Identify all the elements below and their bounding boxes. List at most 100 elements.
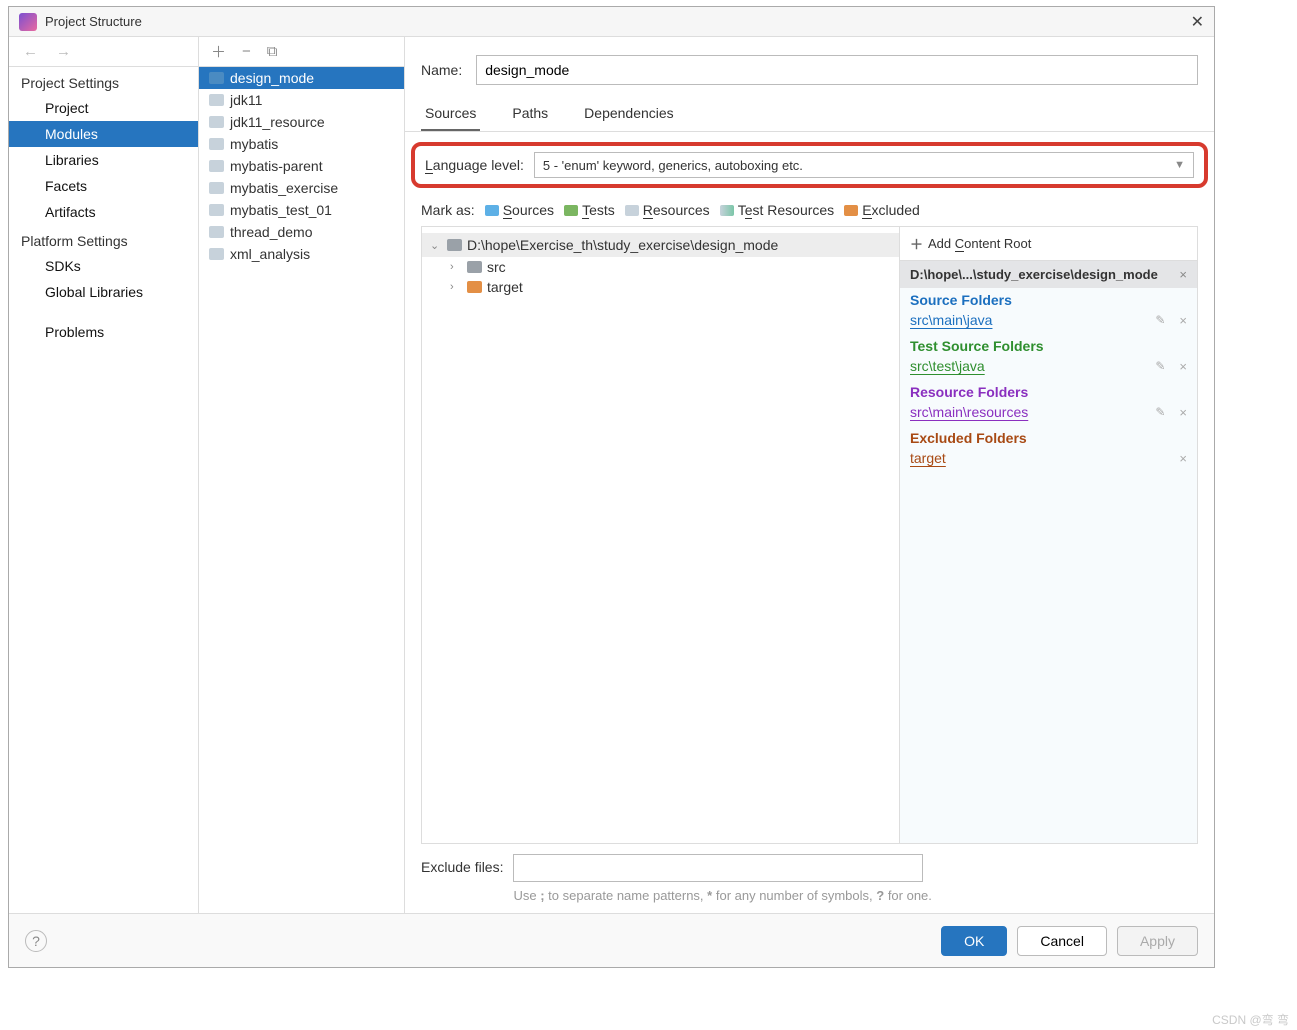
close-icon[interactable]: ×	[1179, 267, 1187, 282]
folder-icon	[209, 204, 224, 216]
project-structure-dialog: Project Structure ✕ ← → Project Settings…	[8, 6, 1215, 968]
add-icon[interactable]: ＋	[211, 41, 226, 62]
pencil-icon[interactable]: ✎	[1155, 359, 1165, 373]
help-icon[interactable]: ?	[25, 930, 47, 952]
source-tree: ⌄ D:\hope\Exercise_th\study_exercise\des…	[422, 227, 899, 843]
tab-dependencies[interactable]: Dependencies	[580, 97, 678, 131]
tree-root[interactable]: ⌄ D:\hope\Exercise_th\study_exercise\des…	[422, 233, 899, 257]
nav-global-libraries[interactable]: Global Libraries	[9, 279, 198, 305]
folder-icon	[485, 205, 499, 216]
folder-icon	[209, 160, 224, 172]
exclude-hint: Use ; to separate name patterns, * for a…	[513, 888, 931, 903]
module-item[interactable]: mybatis	[199, 133, 404, 155]
folder-icon	[720, 205, 734, 216]
pencil-icon[interactable]: ✎	[1155, 313, 1165, 327]
nav-project[interactable]: Project	[9, 95, 198, 121]
folder-icon	[447, 239, 462, 251]
folder-item[interactable]: src\main\java✎×	[900, 310, 1197, 334]
folder-item[interactable]: src\main\resources✎×	[900, 402, 1197, 426]
chevron-right-icon: ›	[450, 281, 462, 293]
nav-sdks[interactable]: SDKs	[9, 253, 198, 279]
module-item[interactable]: thread_demo	[199, 221, 404, 243]
tab-paths[interactable]: Paths	[508, 97, 552, 131]
language-level-value: 5 - 'enum' keyword, generics, autoboxing…	[543, 158, 803, 173]
window-title: Project Structure	[45, 14, 142, 29]
dialog-footer: ? OK Cancel Apply	[9, 913, 1214, 967]
chevron-down-icon: ⌄	[430, 239, 442, 252]
add-content-root[interactable]: ＋ Add Content Root	[900, 227, 1197, 261]
tree-item-src[interactable]: › src	[422, 257, 899, 277]
folder-icon	[467, 261, 482, 273]
left-sidebar: ← → Project Settings Project Modules Lib…	[9, 37, 199, 913]
folder-item[interactable]: target×	[900, 448, 1197, 472]
folder-icon	[209, 226, 224, 238]
mark-as-label: Mark as:	[421, 202, 475, 218]
nav-modules[interactable]: Modules	[9, 121, 198, 147]
titlebar: Project Structure ✕	[9, 7, 1214, 37]
folder-item[interactable]: src\test\java✎×	[900, 356, 1197, 380]
module-item[interactable]: mybatis_test_01	[199, 199, 404, 221]
folder-icon	[209, 138, 224, 150]
close-icon[interactable]: ✕	[1191, 12, 1204, 32]
folder-icon	[209, 182, 224, 194]
modules-toolbar: ＋ − ⧉	[199, 37, 404, 67]
module-item[interactable]: xml_analysis	[199, 243, 404, 265]
content-root-panel: ＋ Add Content Root D:\hope\...\study_exe…	[899, 227, 1197, 843]
folder-icon	[467, 281, 482, 293]
source-folders-title: Source Folders	[910, 292, 1187, 308]
back-icon[interactable]: ←	[23, 43, 38, 60]
exclude-files-label: Exclude files:	[421, 854, 503, 875]
language-level-label: Language level:	[425, 157, 524, 173]
copy-icon[interactable]: ⧉	[267, 43, 278, 60]
close-icon[interactable]: ×	[1179, 359, 1187, 374]
folder-icon	[844, 205, 858, 216]
module-item[interactable]: jdk11	[199, 89, 404, 111]
cancel-button[interactable]: Cancel	[1017, 926, 1107, 956]
folder-icon	[209, 94, 224, 106]
chevron-right-icon: ›	[450, 261, 462, 273]
module-details: Name: Sources Paths Dependencies Languag…	[405, 37, 1214, 913]
mark-resources[interactable]: Resources	[625, 202, 710, 218]
mark-tests[interactable]: Tests	[564, 202, 615, 218]
language-level-select[interactable]: 5 - 'enum' keyword, generics, autoboxing…	[534, 152, 1194, 178]
plus-icon: ＋	[910, 234, 923, 253]
folder-icon	[564, 205, 578, 216]
mark-excluded[interactable]: Excluded	[844, 202, 920, 218]
nav-libraries[interactable]: Libraries	[9, 147, 198, 173]
excluded-folders-title: Excluded Folders	[910, 430, 1187, 446]
tab-sources[interactable]: Sources	[421, 97, 480, 131]
forward-icon[interactable]: →	[56, 43, 71, 60]
language-level-highlight: Language level: 5 - 'enum' keyword, gene…	[411, 142, 1208, 188]
mark-test-resources[interactable]: Test Resources	[720, 202, 835, 218]
close-icon[interactable]: ×	[1179, 405, 1187, 420]
module-name-input[interactable]	[476, 55, 1198, 85]
modules-panel: ＋ − ⧉ design_mode jdk11 jdk11_resource m…	[199, 37, 405, 913]
resource-folders-title: Resource Folders	[910, 384, 1187, 400]
exclude-files-input[interactable]	[513, 854, 923, 882]
module-list: design_mode jdk11 jdk11_resource mybatis…	[199, 67, 404, 913]
folder-icon	[209, 248, 224, 260]
module-item[interactable]: jdk11_resource	[199, 111, 404, 133]
name-label: Name:	[421, 62, 462, 78]
nav-artifacts[interactable]: Artifacts	[9, 199, 198, 225]
nav-history: ← →	[9, 37, 198, 67]
apply-button[interactable]: Apply	[1117, 926, 1198, 956]
close-icon[interactable]: ×	[1179, 313, 1187, 328]
module-item[interactable]: mybatis-parent	[199, 155, 404, 177]
close-icon[interactable]: ×	[1179, 451, 1187, 466]
mark-sources[interactable]: Sources	[485, 202, 554, 218]
module-item[interactable]: mybatis_exercise	[199, 177, 404, 199]
ok-button[interactable]: OK	[941, 926, 1007, 956]
content-root-path[interactable]: D:\hope\...\study_exercise\design_mode ×	[900, 261, 1197, 288]
pencil-icon[interactable]: ✎	[1155, 405, 1165, 419]
remove-icon[interactable]: −	[242, 43, 251, 60]
folder-icon	[209, 116, 224, 128]
section-project-settings: Project Settings	[9, 67, 198, 95]
watermark: CSDN @弯 弯	[1212, 1011, 1289, 1028]
module-item[interactable]: design_mode	[199, 67, 404, 89]
nav-problems[interactable]: Problems	[9, 319, 198, 345]
chevron-down-icon: ▼	[1174, 159, 1185, 171]
nav-facets[interactable]: Facets	[9, 173, 198, 199]
folder-icon	[625, 205, 639, 216]
tree-item-target[interactable]: › target	[422, 277, 899, 297]
